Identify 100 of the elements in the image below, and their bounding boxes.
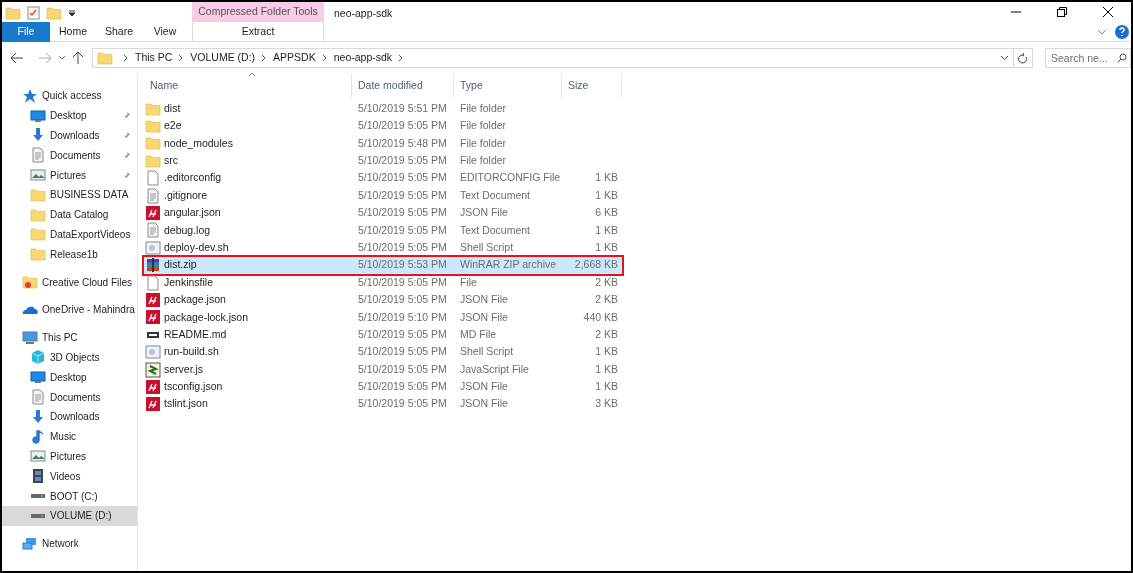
videos-icon xyxy=(30,468,46,485)
cloudfolder-icon xyxy=(22,274,38,291)
refresh-icon[interactable] xyxy=(1018,52,1028,64)
nav-item[interactable]: Creative Cloud Files xyxy=(2,272,137,292)
file-name: package.json xyxy=(164,292,226,308)
pc-icon xyxy=(22,329,38,346)
breadcrumb-item[interactable]: APPSDK xyxy=(273,50,316,66)
file-row[interactable]: .editorconfig 5/10/2019 5:05 PM EDITORCONFIG File 1 KB xyxy=(144,169,622,187)
chevron-icon[interactable] xyxy=(261,54,268,62)
date-cell-text: 5/10/2019 5:05 PM xyxy=(357,379,448,395)
chevron-icon[interactable] xyxy=(123,54,129,62)
type-cell-text: File folder xyxy=(459,153,508,168)
pictures-icon xyxy=(30,167,46,184)
search-field[interactable]: Search ne... xyxy=(1045,48,1131,68)
address-bar[interactable]: This PC VOLUME (D:) APPSDK neo-app-sdk xyxy=(92,48,1033,68)
pictures-icon xyxy=(30,448,46,465)
nav-item[interactable]: Documents xyxy=(2,145,137,166)
nav-item[interactable]: Data Catalog xyxy=(2,204,137,225)
file-row[interactable]: README.md 5/10/2019 5:05 PM MD File 2 KB xyxy=(144,326,622,344)
file-row[interactable]: dist.zip 5/10/2019 5:53 PM WinRAR ZIP archive 2,668 KB xyxy=(144,256,622,274)
nav-label: DataExportVideos xyxy=(50,227,131,242)
nav-item[interactable]: Desktop xyxy=(2,105,137,126)
ribbon-tab[interactable]: Home xyxy=(50,21,96,42)
file-row[interactable]: debug.log 5/10/2019 5:05 PM Text Document 1 KB xyxy=(144,221,622,240)
nav-label: Downloads xyxy=(50,129,100,143)
nav-label: Documents xyxy=(50,148,101,163)
file-row[interactable]: Jenkinsfile 5/10/2019 5:05 PM File 2 KB xyxy=(144,273,622,292)
ribbon-tab[interactable]: View xyxy=(142,21,188,42)
up-icon[interactable] xyxy=(72,51,84,65)
column-header[interactable]: Name xyxy=(144,74,352,98)
size-cell-text: 1 KB xyxy=(595,344,618,360)
file-row[interactable]: .gitignore 5/10/2019 5:05 PM Text Document 1 KB xyxy=(144,186,622,205)
new-folder-icon xyxy=(46,5,62,21)
help-icon[interactable] xyxy=(1115,24,1129,39)
nav-item[interactable]: Downloads xyxy=(2,406,137,427)
file-row[interactable]: src 5/10/2019 5:05 PM File folder xyxy=(144,152,622,170)
nav-item[interactable]: Documents xyxy=(2,387,137,407)
file-row[interactable]: package-lock.json 5/10/2019 5:10 PM JSON File 440 KB xyxy=(144,308,622,327)
file-row[interactable]: node_modules 5/10/2019 5:48 PM File folder xyxy=(144,134,622,153)
file-icon xyxy=(145,205,161,222)
recent-icon[interactable] xyxy=(58,55,66,61)
file-row[interactable]: angular.json 5/10/2019 5:05 PM JSON File 6 KB xyxy=(144,204,622,222)
desktop-icon xyxy=(30,107,46,124)
file-row[interactable]: server.js 5/10/2019 5:05 PM JavaScript File 1 KB xyxy=(144,360,622,379)
file-row[interactable]: tsconfig.json 5/10/2019 5:05 PM JSON File 1 KB xyxy=(144,378,622,396)
file-row[interactable]: dist 5/10/2019 5:51 PM File folder xyxy=(144,100,622,118)
nav-item[interactable]: Downloads xyxy=(2,125,137,146)
type-cell-text: WinRAR ZIP archive xyxy=(459,257,558,273)
nav-label: Pictures xyxy=(50,449,87,464)
nav-item[interactable]: Pictures xyxy=(2,165,137,185)
nav-item[interactable]: VOLUME (D:) xyxy=(2,505,137,526)
dropdown-icon[interactable] xyxy=(1000,55,1009,61)
dropdown-icon[interactable] xyxy=(68,9,76,17)
size-cell-text: 1 KB xyxy=(595,239,618,255)
breadcrumb-item[interactable]: VOLUME (D:) xyxy=(190,50,256,66)
drive-icon xyxy=(30,512,46,519)
breadcrumb-item[interactable]: This PC xyxy=(135,50,173,66)
nav-item[interactable]: Videos xyxy=(2,466,137,487)
properties-icon[interactable] xyxy=(27,6,40,20)
ribbon-tab[interactable]: File xyxy=(2,21,50,42)
close-icon xyxy=(1103,7,1113,17)
nav-item[interactable]: Quick access xyxy=(2,86,137,106)
column-header[interactable]: Date modified xyxy=(352,74,454,98)
nav-item[interactable]: BUSINESS DATA xyxy=(2,185,137,205)
download-icon xyxy=(30,408,46,425)
size-cell-text: 1 KB xyxy=(595,361,618,377)
nav-item[interactable]: Release1b xyxy=(2,244,137,265)
nav-item[interactable]: OneDrive - Mahindra xyxy=(2,299,137,320)
nav-item[interactable]: DataExportVideos xyxy=(2,224,137,245)
breadcrumb-item[interactable]: neo-app-sdk xyxy=(333,50,393,66)
file-row[interactable]: package.json 5/10/2019 5:05 PM JSON File 2 KB xyxy=(144,291,622,309)
column-header[interactable]: Size xyxy=(562,74,622,98)
nav-item[interactable]: Pictures xyxy=(2,446,137,467)
back-icon[interactable] xyxy=(10,52,24,64)
file-row[interactable]: run-build.sh 5/10/2019 5:05 PM Shell Script 1 KB xyxy=(144,343,622,361)
ribbon-tab[interactable]: Share xyxy=(96,21,142,42)
nav-item[interactable]: 3D Objects xyxy=(2,347,137,368)
minimize-icon xyxy=(1011,11,1021,13)
nav-item[interactable]: Network xyxy=(2,533,137,554)
file-name: dist.zip xyxy=(164,257,197,273)
file-row[interactable]: e2e 5/10/2019 5:05 PM File folder xyxy=(144,117,622,135)
network-icon xyxy=(22,535,38,552)
size-cell-text: 1 KB xyxy=(595,222,618,238)
chevron-icon[interactable] xyxy=(178,54,185,62)
file-name: tslint.json xyxy=(164,396,208,412)
nav-item[interactable]: BOOT (C:) xyxy=(2,486,137,506)
date-cell-text: 5/10/2019 5:05 PM xyxy=(357,153,448,168)
ribbon-tab[interactable]: Extract xyxy=(192,21,324,42)
nav-label: Videos xyxy=(50,469,81,484)
chevron-icon[interactable] xyxy=(398,54,405,62)
nav-item[interactable]: Desktop xyxy=(2,367,137,388)
nav-label: Documents xyxy=(50,390,101,405)
column-header[interactable]: Type xyxy=(454,74,562,98)
file-row[interactable]: deploy-dev.sh 5/10/2019 5:05 PM Shell Script 1 KB xyxy=(144,239,622,257)
nav-item[interactable]: This PC xyxy=(2,327,137,348)
type-cell-text: File folder xyxy=(459,118,508,134)
cube-icon xyxy=(30,349,46,366)
nav-item[interactable]: Music xyxy=(2,426,137,447)
chevron-icon[interactable] xyxy=(321,54,328,62)
file-row[interactable]: tslint.json 5/10/2019 5:05 PM JSON File 3 KB xyxy=(144,395,622,414)
